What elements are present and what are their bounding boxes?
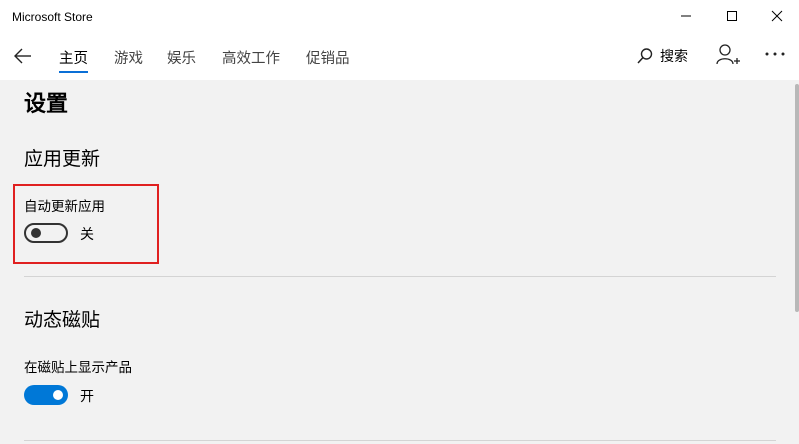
maximize-button[interactable]	[709, 0, 755, 32]
add-account-icon	[716, 44, 740, 65]
show-products-state: 开	[80, 389, 94, 405]
tab-entertainment[interactable]: 娱乐	[167, 47, 196, 73]
search-label: 搜索	[660, 49, 688, 65]
maximize-icon	[727, 11, 737, 21]
tab-deals-label: 促销品	[306, 51, 350, 67]
app-title: Microsoft Store	[12, 10, 93, 24]
section-title-app-updates: 应用更新	[24, 148, 101, 170]
show-products-toggle[interactable]	[24, 385, 68, 405]
account-button[interactable]	[714, 42, 742, 70]
minimize-icon	[681, 15, 691, 17]
tab-games[interactable]: 游戏	[114, 47, 143, 73]
tab-deals[interactable]: 促销品	[306, 47, 350, 73]
close-icon	[771, 10, 783, 22]
minimize-button[interactable]	[663, 0, 709, 32]
toggle-knob	[53, 390, 63, 400]
close-button[interactable]	[754, 0, 799, 32]
more-icon	[765, 52, 785, 56]
title-bar: Microsoft Store	[0, 0, 799, 34]
tab-entertainment-label: 娱乐	[167, 51, 196, 67]
more-button[interactable]	[763, 44, 787, 66]
search-icon	[637, 48, 653, 64]
section-title-live-tiles: 动态磁贴	[24, 309, 101, 331]
tab-productivity[interactable]: 高效工作	[222, 47, 280, 73]
tab-home[interactable]: 主页	[59, 47, 88, 73]
highlight-box	[13, 184, 159, 264]
search-button[interactable]: 搜索	[636, 44, 688, 68]
divider	[24, 276, 776, 277]
scrollbar[interactable]	[795, 84, 799, 312]
active-tab-indicator	[59, 71, 88, 73]
show-products-label: 在磁贴上显示产品	[24, 360, 132, 376]
divider	[24, 440, 776, 441]
tab-productivity-label: 高效工作	[222, 51, 280, 67]
back-arrow-icon	[14, 48, 31, 64]
page-title: 设置	[24, 92, 69, 117]
back-button[interactable]	[6, 40, 40, 72]
nav-bar: 主页 游戏 娱乐 高效工作 促销品 搜索	[0, 34, 799, 80]
tab-games-label: 游戏	[114, 51, 143, 67]
tab-home-label: 主页	[59, 51, 88, 67]
